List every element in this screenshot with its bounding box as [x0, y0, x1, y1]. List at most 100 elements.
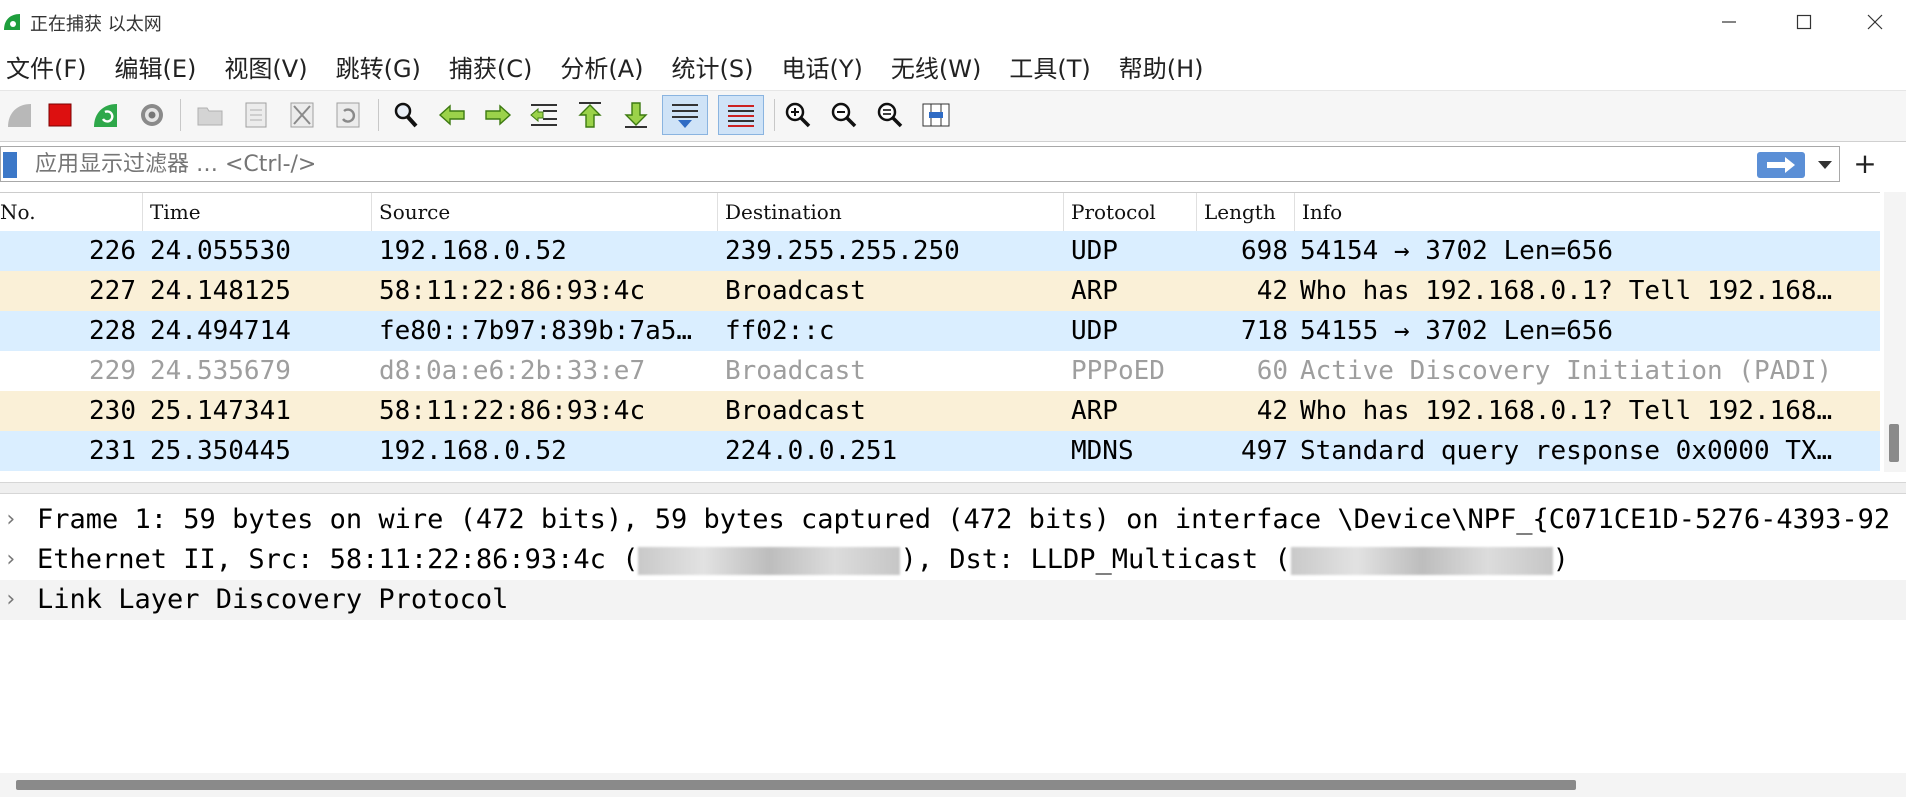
packet-destination: Broadcast — [725, 356, 866, 386]
go-last-button[interactable] — [616, 95, 656, 135]
expand-arrow-icon[interactable]: › — [4, 500, 24, 540]
menu-tools[interactable]: 工具(T) — [1003, 49, 1098, 84]
packet-destination: 239.255.255.250 — [725, 236, 960, 266]
packet-source: d8:0a:e6:2b:33:e7 — [379, 356, 646, 386]
go-to-packet-icon — [530, 104, 557, 126]
pane-splitter[interactable] — [0, 482, 1906, 494]
column-header-length[interactable]: Length — [1197, 193, 1295, 231]
packet-row[interactable]: 227 24.148125 58:11:22:86:93:4c Broadcas… — [0, 271, 1880, 311]
zoom-out-button[interactable] — [824, 95, 864, 135]
filter-history-dropdown[interactable] — [1813, 153, 1837, 177]
apply-filter-button[interactable] — [1757, 152, 1805, 178]
packet-source: 58:11:22:86:93:4c — [379, 276, 646, 306]
menu-statistics[interactable]: 统计(S) — [666, 49, 762, 84]
packet-no: 227 — [89, 276, 136, 306]
colorize-icon — [728, 105, 754, 127]
packet-details-pane: › Frame 1: 59 bytes on wire (472 bits), … — [0, 500, 1906, 620]
maximize-button[interactable] — [1775, 4, 1833, 40]
menu-view[interactable]: 视图(V) — [218, 49, 315, 84]
resize-columns-button[interactable] — [916, 95, 956, 135]
packet-info: Standard query response 0x0000 TX… — [1300, 436, 1833, 466]
packet-protocol: UDP — [1071, 316, 1118, 346]
bookmark-icon[interactable] — [3, 152, 17, 178]
go-to-packet-button[interactable] — [524, 95, 564, 135]
packet-protocol: PPPoED — [1071, 356, 1165, 386]
colorize-toggle[interactable] — [718, 95, 764, 135]
go-back-button[interactable] — [432, 95, 472, 135]
expand-arrow-icon[interactable]: › — [4, 540, 24, 580]
packet-row[interactable]: 231 25.350445 192.168.0.52 224.0.0.251 M… — [0, 431, 1880, 471]
reload-file-button[interactable] — [328, 95, 368, 135]
column-header-time[interactable]: Time — [143, 193, 372, 231]
menu-bar: 文件(F) 编辑(E) 视图(V) 跳转(G) 捕获(C) 分析(A) 统计(S… — [0, 44, 1906, 88]
zoom-normal-button[interactable] — [870, 95, 910, 135]
reload-file-icon — [336, 102, 360, 128]
toolbar-separator — [180, 99, 181, 131]
menu-telephony[interactable]: 电话(Y) — [776, 49, 871, 84]
redacted-mac-address — [638, 546, 901, 575]
zoom-in-button[interactable] — [778, 95, 818, 135]
scrollbar-thumb[interactable] — [1889, 424, 1899, 462]
packet-info: Active Discovery Initiation (PADI) — [1300, 356, 1833, 386]
menu-file[interactable]: 文件(F) — [0, 49, 95, 84]
column-header-destination[interactable]: Destination — [718, 193, 1064, 231]
packet-protocol: ARP — [1071, 276, 1118, 306]
go-first-button[interactable] — [570, 95, 610, 135]
packet-list-scrollbar[interactable] — [1884, 192, 1906, 472]
packet-row[interactable]: 229 24.535679 d8:0a:e6:2b:33:e7 Broadcas… — [0, 351, 1880, 391]
autoscroll-toggle[interactable] — [662, 95, 708, 135]
packet-length: 42 — [1256, 276, 1288, 306]
find-packet-icon — [394, 102, 418, 128]
packet-length: 698 — [1241, 236, 1288, 266]
packet-source: fe80::7b97:839b:7a5… — [379, 316, 693, 346]
details-horizontal-scrollbar[interactable] — [0, 773, 1906, 797]
find-packet-button[interactable] — [386, 95, 426, 135]
menu-capture[interactable]: 捕获(C) — [443, 49, 540, 84]
start-capture-button[interactable] — [0, 95, 40, 135]
packet-row[interactable]: 230 25.147341 58:11:22:86:93:4c Broadcas… — [0, 391, 1880, 431]
menu-wireless[interactable]: 无线(W) — [885, 49, 989, 84]
save-file-button[interactable] — [236, 95, 276, 135]
stop-capture-button[interactable] — [40, 95, 80, 135]
add-filter-button[interactable]: + — [1850, 149, 1880, 179]
chevron-down-icon — [1818, 161, 1832, 169]
window-title: 正在捕获 以太网 — [30, 14, 162, 35]
resize-columns-icon — [922, 103, 950, 127]
minimize-button[interactable] — [1700, 4, 1758, 40]
close-file-button[interactable] — [282, 95, 322, 135]
packet-info: 54154 → 3702 Len=656 — [1300, 236, 1614, 266]
detail-row-ethernet[interactable]: › Ethernet II, Src: 58:11:22:86:93:4c ()… — [0, 540, 1906, 580]
detail-text-part: ), Dst: LLDP_Multicast ( — [900, 544, 1291, 575]
restart-capture-button[interactable] — [86, 95, 126, 135]
column-header-info[interactable]: Info — [1295, 193, 1880, 231]
menu-go[interactable]: 跳转(G) — [330, 49, 429, 84]
packet-protocol: ARP — [1071, 396, 1118, 426]
go-forward-button[interactable] — [478, 95, 518, 135]
packet-length: 42 — [1256, 396, 1288, 426]
column-header-protocol[interactable]: Protocol — [1064, 193, 1197, 231]
column-header-no[interactable]: No. — [0, 193, 143, 231]
scrollbar-thumb[interactable] — [16, 780, 1576, 790]
capture-options-icon — [141, 104, 163, 126]
packet-row[interactable]: 226 24.055530 192.168.0.52 239.255.255.2… — [0, 231, 1880, 271]
menu-edit[interactable]: 编辑(E) — [109, 49, 205, 84]
expand-arrow-icon[interactable]: › — [4, 580, 24, 620]
detail-text: Link Layer Discovery Protocol — [37, 584, 509, 615]
close-button[interactable] — [1846, 4, 1904, 40]
detail-text: Ethernet II, Src: 58:11:22:86:93:4c (), … — [37, 540, 1569, 580]
close-icon — [1867, 14, 1883, 30]
column-header-source[interactable]: Source — [372, 193, 718, 231]
detail-row-lldp[interactable]: › Link Layer Discovery Protocol — [0, 580, 1906, 620]
redacted-mac-address — [1290, 546, 1553, 575]
detail-row-frame[interactable]: › Frame 1: 59 bytes on wire (472 bits), … — [0, 500, 1906, 540]
menu-help[interactable]: 帮助(H) — [1113, 49, 1212, 84]
arrow-right-icon — [1767, 157, 1795, 173]
capture-options-button[interactable] — [132, 95, 172, 135]
menu-analyze[interactable]: 分析(A) — [554, 49, 651, 84]
packet-row[interactable]: 228 24.494714 fe80::7b97:839b:7a5… ff02:… — [0, 311, 1880, 351]
open-file-button[interactable] — [190, 95, 230, 135]
wireshark-logo-icon — [4, 14, 20, 30]
display-filter-input[interactable] — [35, 151, 1735, 177]
toolbar-separator — [378, 99, 379, 131]
zoom-out-icon — [831, 102, 857, 128]
